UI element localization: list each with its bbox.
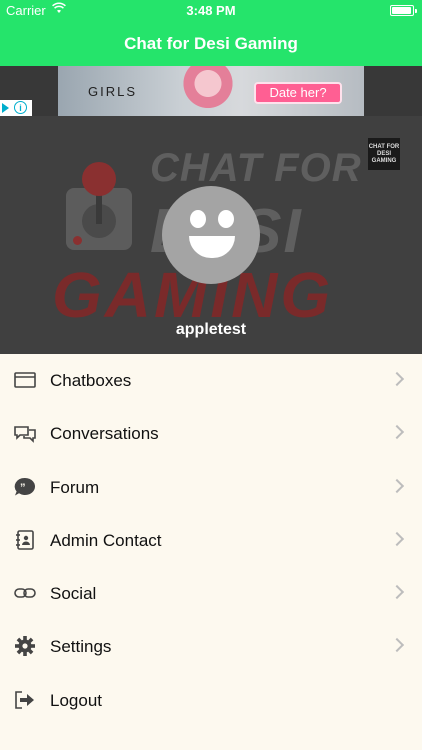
avatar[interactable] <box>162 186 260 284</box>
menu-item-label: Social <box>50 584 97 604</box>
ad-headline: GIRLS <box>88 84 138 99</box>
profile-header: CHAT FOR DESI GAMING CHAT FOR DESI GAMIN… <box>0 116 422 354</box>
menu-item-chatboxes[interactable]: Chatboxes <box>0 354 422 407</box>
chevron-right-icon <box>389 478 405 493</box>
top-bar: Carrier 3:48 PM Chat for Desi Gaming <box>0 0 422 66</box>
ad-banner-strip: GIRLS Date her? <box>0 66 422 116</box>
logout-icon <box>14 690 36 710</box>
clock: 3:48 PM <box>186 3 236 18</box>
menu-item-label: Settings <box>50 637 112 657</box>
menu-item-social[interactable]: Social <box>0 567 422 620</box>
menu-item-admin-contact[interactable]: Admin Contact <box>0 514 422 567</box>
conversations-icon <box>14 423 36 444</box>
chevron-right-icon <box>389 638 405 653</box>
svg-text:”: ” <box>20 482 26 494</box>
chevron-right-icon <box>389 371 405 387</box>
info-icon: i <box>14 101 27 114</box>
menu-item-label: Admin Contact <box>50 530 162 550</box>
menu-item-label: Conversations <box>50 424 159 444</box>
logo-text-line1: CHAT FOR <box>150 146 362 190</box>
menu-item-conversations[interactable]: Conversations <box>0 407 422 460</box>
menu-item-logout[interactable]: Logout <box>0 674 422 727</box>
gear-icon <box>14 636 36 657</box>
menu-item-label: Logout <box>50 690 102 710</box>
chevron-right-icon <box>389 425 405 440</box>
forum-icon: ” <box>14 477 36 497</box>
adchoices-play-icon <box>2 103 9 113</box>
ad-banner[interactable]: GIRLS Date her? <box>58 66 364 116</box>
status-bar: Carrier 3:48 PM <box>0 0 422 22</box>
contact-book-icon <box>14 530 36 550</box>
side-menu: Chatboxes Conversations ” Forum Admin Co… <box>0 354 422 727</box>
battery-icon <box>390 5 417 16</box>
ad-cta-button[interactable]: Date her? <box>254 82 342 104</box>
chevron-right-icon <box>389 531 405 546</box>
mini-logo: CHAT FOR DESI GAMING <box>368 138 400 170</box>
menu-item-label: Chatboxes <box>50 371 132 390</box>
chatbox-icon <box>14 370 36 390</box>
menu-item-label: Forum <box>50 477 100 497</box>
link-icon <box>14 583 36 603</box>
chevron-right-icon <box>389 585 405 600</box>
page-title: Chat for Desi Gaming <box>124 34 298 53</box>
menu-item-forum[interactable]: ” Forum <box>0 461 422 514</box>
username: appletest <box>175 321 247 338</box>
menu-item-settings[interactable]: Settings <box>0 620 422 673</box>
ad-character-image <box>178 66 238 116</box>
adchoices-badge[interactable]: i <box>0 100 32 116</box>
